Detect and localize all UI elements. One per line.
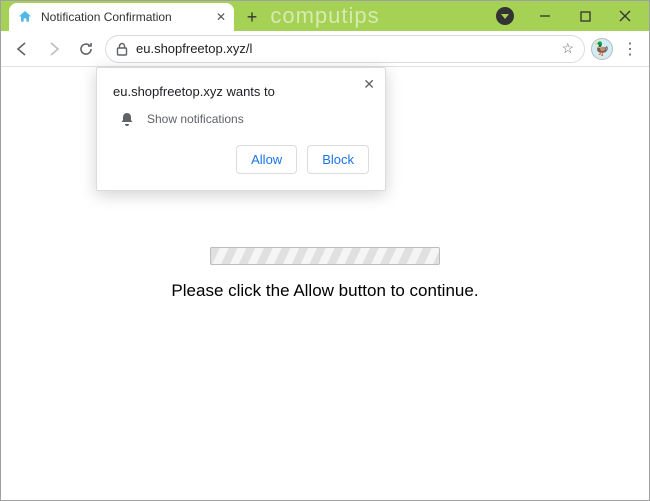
tab-close-icon[interactable]: ✕ <box>216 11 226 23</box>
url-text: eu.shopfreetop.xyz/l <box>136 41 553 56</box>
window-titlebar: computips Notification Confirmation ✕ + <box>1 1 649 31</box>
address-bar[interactable]: eu.shopfreetop.xyz/l ☆ <box>105 35 585 63</box>
minimize-button[interactable] <box>525 1 565 31</box>
back-button[interactable] <box>9 36 35 62</box>
watermark-text: computips <box>270 3 379 29</box>
arrow-right-icon <box>46 41 62 57</box>
reload-icon <box>78 41 94 57</box>
page-content: ✕ eu.shopfreetop.xyz wants to Show notif… <box>1 67 649 500</box>
tab-title: Notification Confirmation <box>41 10 172 24</box>
permission-origin-text: eu.shopfreetop.xyz wants to <box>113 84 369 99</box>
lock-icon <box>116 42 128 56</box>
maximize-button[interactable] <box>565 1 605 31</box>
allow-button[interactable]: Allow <box>236 145 297 174</box>
maximize-icon <box>580 11 591 22</box>
browser-toolbar: eu.shopfreetop.xyz/l ☆ 🦆 ⋮ <box>1 31 649 67</box>
dropdown-button[interactable] <box>485 1 525 31</box>
close-icon <box>619 10 631 22</box>
close-window-button[interactable] <box>605 1 645 31</box>
page-instruction-text: Please click the Allow button to continu… <box>171 281 478 301</box>
browser-menu-button[interactable]: ⋮ <box>619 38 641 60</box>
browser-tab[interactable]: Notification Confirmation ✕ <box>9 3 234 31</box>
notification-permission-dialog: ✕ eu.shopfreetop.xyz wants to Show notif… <box>96 67 386 191</box>
permission-item-label: Show notifications <box>147 112 244 126</box>
profile-avatar[interactable]: 🦆 <box>591 38 613 60</box>
bell-icon <box>119 111 135 127</box>
permission-item: Show notifications <box>119 111 369 127</box>
minimize-icon <box>539 10 551 22</box>
page-body: Please click the Allow button to continu… <box>1 247 649 301</box>
dialog-close-button[interactable]: ✕ <box>363 76 375 93</box>
site-favicon-icon <box>17 9 33 25</box>
permission-actions: Allow Block <box>113 145 369 174</box>
bookmark-star-icon[interactable]: ☆ <box>561 40 574 57</box>
window-controls <box>485 1 645 31</box>
block-button[interactable]: Block <box>307 145 369 174</box>
reload-button[interactable] <box>73 36 99 62</box>
chevron-down-icon <box>496 7 514 25</box>
new-tab-button[interactable]: + <box>240 5 264 29</box>
loading-bar <box>210 247 440 265</box>
forward-button[interactable] <box>41 36 67 62</box>
arrow-left-icon <box>14 41 30 57</box>
